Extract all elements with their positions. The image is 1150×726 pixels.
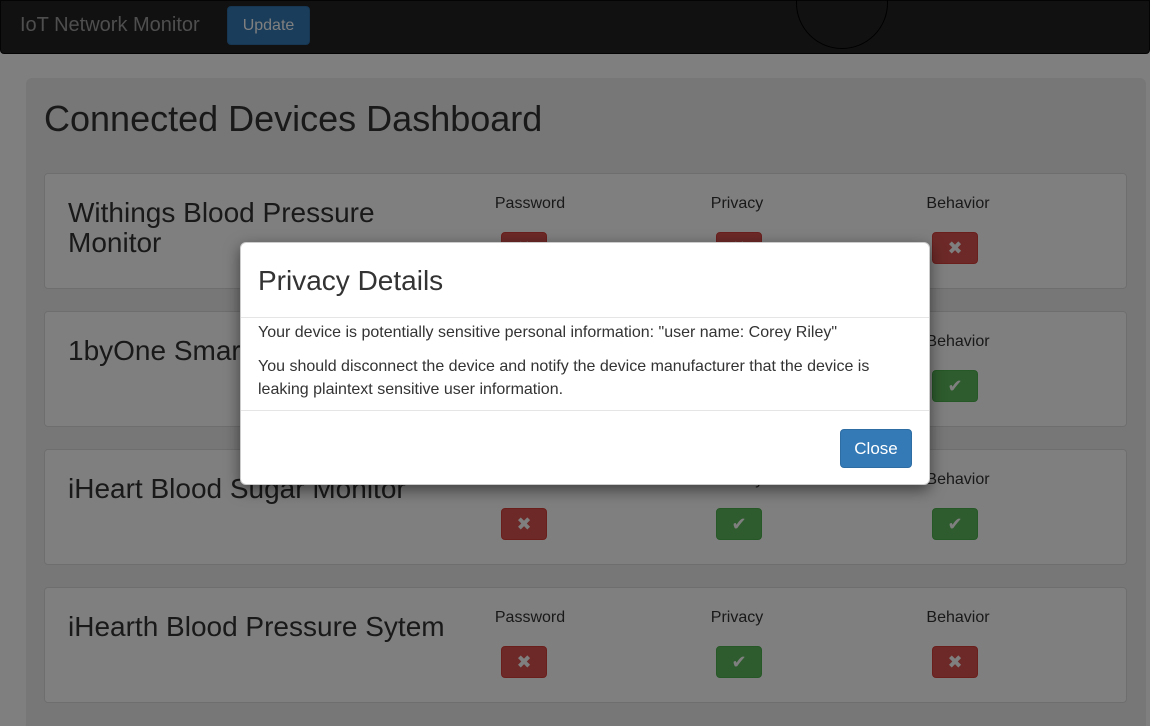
close-button[interactable]: Close	[840, 429, 912, 468]
modal-message-recommendation: You should disconnect the device and not…	[258, 358, 870, 398]
modal-title: Privacy Details	[258, 265, 444, 296]
modal-body: Your device is potentially sensitive per…	[258, 321, 908, 412]
modal-message-sensitive-info: Your device is potentially sensitive per…	[258, 324, 838, 341]
modal-header: Privacy Details	[241, 243, 929, 318]
modal-footer: Close	[241, 410, 929, 486]
privacy-details-modal: Privacy Details Your device is potential…	[240, 242, 930, 485]
